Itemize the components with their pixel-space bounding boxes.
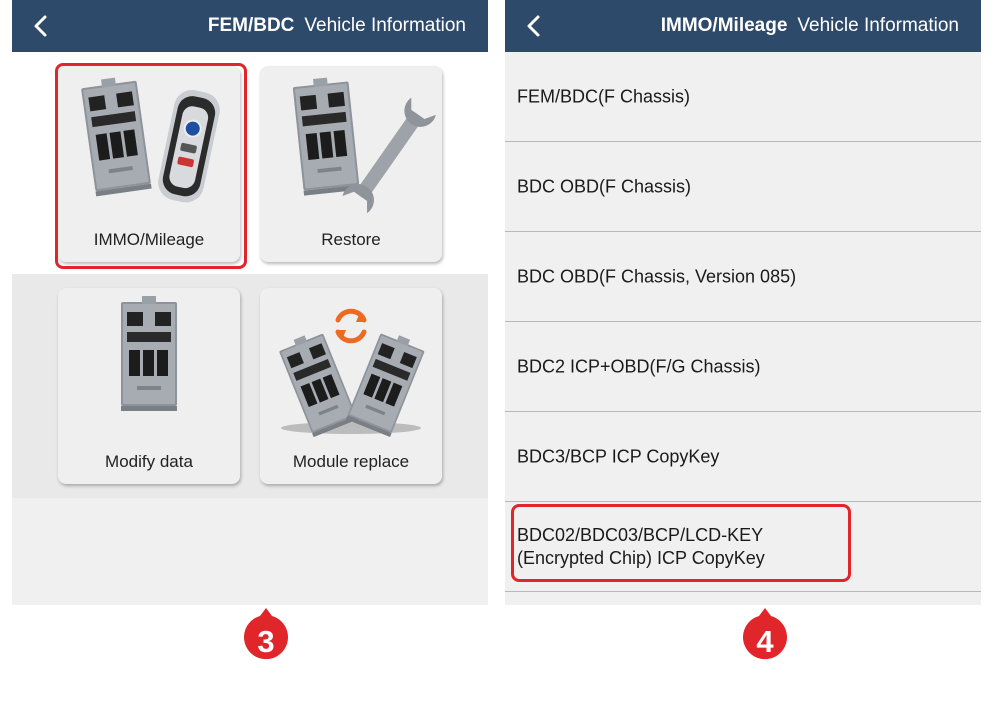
list-item-label: BDC2 ICP+OBD(F/G Chassis): [517, 356, 761, 376]
fem-bdc-module-with-key-icon: [80, 74, 220, 203]
list-item[interactable]: FEM/BDC(F Chassis): [505, 52, 981, 142]
module-swap-icon: [277, 308, 427, 438]
step-number: 3: [257, 624, 275, 659]
fem-bdc-module-with-wrench-icon: [292, 75, 436, 214]
list-item-label: BDC02/BDC03/BCP/LCD-KEY (Encrypted Chip)…: [517, 524, 765, 568]
module-replace-tile[interactable]: Module replace: [260, 288, 442, 484]
back-arrow-icon[interactable]: [30, 14, 54, 38]
step-number: 4: [756, 624, 774, 659]
header-subtitle: Vehicle Information: [304, 15, 466, 36]
step-badge-4: 4: [741, 606, 789, 668]
right-screen: IMMO/Mileage Vehicle Information FEM/BDC(…: [505, 0, 981, 605]
header-bar: FEM/BDC Vehicle Information: [12, 0, 488, 52]
list-item[interactable]: BDC3/BCP ICP CopyKey: [505, 412, 981, 502]
list-item[interactable]: BDC2 ICP+OBD(F/G Chassis): [505, 322, 981, 412]
menu-list: FEM/BDC(F Chassis) BDC OBD(F Chassis) BD…: [505, 52, 981, 592]
header-module: FEM/BDC: [207, 15, 295, 36]
tile-label: Module replace: [292, 452, 410, 471]
restore-tile[interactable]: Restore: [260, 66, 442, 262]
header-module: IMMO/Mileage: [660, 15, 788, 36]
step-badge-3: 3: [242, 606, 290, 668]
tile-row-1: IMMO/Mileage Restore: [12, 52, 488, 274]
tile-label: Modify data: [105, 452, 193, 471]
list-item[interactable]: BDC OBD(F Chassis): [505, 142, 981, 232]
tile-label: IMMO/Mileage: [93, 230, 205, 249]
fem-bdc-module-icon: [121, 296, 177, 411]
header-subtitle: Vehicle Information: [797, 15, 959, 36]
header-title: FEM/BDC Vehicle Information: [208, 14, 466, 38]
immo-mileage-tile[interactable]: IMMO/Mileage: [58, 66, 240, 262]
list-item[interactable]: BDC OBD(F Chassis, Version 085): [505, 232, 981, 322]
list-item[interactable]: BDC02/BDC03/BCP/LCD-KEY (Encrypted Chip)…: [505, 502, 981, 592]
back-arrow-icon[interactable]: [523, 14, 547, 38]
header-title: IMMO/Mileage Vehicle Information: [661, 14, 959, 38]
tile-row-2: Modify data Module replace: [12, 274, 488, 498]
left-screen: FEM/BDC Vehicle Information IMMO/Mileage: [12, 0, 488, 605]
header-bar: IMMO/Mileage Vehicle Information: [505, 0, 981, 52]
modify-data-tile[interactable]: Modify data: [58, 288, 240, 484]
list-item-label: BDC OBD(F Chassis): [517, 176, 692, 196]
tile-label: Restore: [321, 230, 381, 249]
list-item-label: FEM/BDC(F Chassis): [517, 86, 691, 106]
list-item-label: BDC3/BCP ICP CopyKey: [517, 446, 720, 466]
list-item-label: BDC OBD(F Chassis, Version 085): [517, 266, 797, 286]
